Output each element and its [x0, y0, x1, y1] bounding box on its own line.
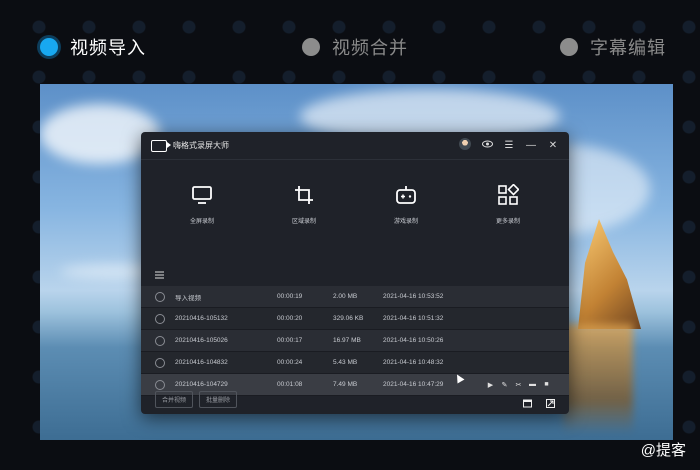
tool-game-record[interactable]: 游戏录制 — [361, 184, 451, 264]
eye-icon[interactable] — [481, 140, 493, 151]
row-select-radio[interactable] — [155, 313, 165, 324]
file-duration: 00:00:19 — [277, 293, 303, 300]
step-video-merge[interactable]: 视频合并 — [302, 34, 408, 60]
file-duration: 00:00:24 — [277, 359, 303, 366]
step-video-import[interactable]: 视频导入 — [40, 34, 146, 60]
file-size: 329.06 KB — [333, 315, 364, 322]
file-size: 2.00 MB — [333, 293, 358, 300]
recording-modes: 全屏录制 区域录制 游戏录制 更多录制 — [141, 160, 569, 264]
monitor-icon — [192, 186, 212, 204]
footer-bar: 合并视频 批量删除 — [141, 384, 569, 414]
file-time: 2021-04-16 10:53:52 — [383, 293, 444, 300]
grid-icon — [498, 184, 519, 205]
file-name: 20210416-105132 — [175, 315, 228, 322]
file-name: 20210416-104832 — [175, 359, 228, 366]
file-time: 2021-04-16 10:48:32 — [383, 359, 444, 366]
step-dot-icon — [40, 38, 58, 56]
step-label: 字幕编辑 — [590, 38, 666, 58]
merge-video-button[interactable]: 合并视频 — [155, 390, 194, 408]
file-name: 20210416-105026 — [175, 337, 228, 344]
step-subtitle-edit[interactable]: 字幕编辑 — [560, 34, 666, 60]
table-row[interactable]: 导入视频 00:00:19 2.00 MB 2021-04-16 10:53:5… — [141, 286, 569, 308]
tool-more-record[interactable]: 更多录制 — [463, 184, 553, 264]
list-icon[interactable] — [155, 271, 164, 279]
app-title: 嗨格式录屏大师 — [173, 141, 229, 150]
gamepad-icon — [396, 186, 416, 204]
row-select-radio[interactable] — [155, 335, 165, 346]
tool-label: 区域录制 — [291, 219, 316, 225]
avatar[interactable] — [459, 138, 471, 153]
file-list: 导入视频 00:00:19 2.00 MB 2021-04-16 10:53:5… — [141, 286, 569, 396]
tool-label: 全屏录制 — [189, 219, 214, 225]
tool-label: 游戏录制 — [393, 219, 418, 225]
screen-recorder-window: 嗨格式录屏大师 ☰ — ✕ 全屏录制 区域录制 游戏录制 更多录制 导入视频 0… — [141, 132, 569, 414]
rock-formation — [578, 219, 641, 329]
export-icon[interactable] — [546, 395, 555, 408]
minimize-icon[interactable]: — — [525, 140, 537, 151]
file-time: 2021-04-16 10:50:26 — [383, 337, 444, 344]
camera-icon — [151, 139, 171, 152]
watermark: @提客 — [640, 442, 686, 459]
file-time: 2021-04-16 10:51:32 — [383, 315, 444, 322]
file-duration: 00:00:20 — [277, 315, 303, 322]
list-header — [141, 264, 569, 282]
file-size: 16.97 MB — [333, 337, 361, 344]
title-bar: 嗨格式录屏大师 ☰ — ✕ — [141, 132, 569, 160]
close-icon[interactable]: ✕ — [547, 140, 559, 151]
table-row[interactable]: 20210416-105132 00:00:20 329.06 KB 2021-… — [141, 308, 569, 330]
table-row[interactable]: 20210416-105026 00:00:17 16.97 MB 2021-0… — [141, 330, 569, 352]
window-icon[interactable] — [523, 395, 532, 407]
row-select-radio[interactable] — [155, 357, 165, 368]
tool-fullscreen-record[interactable]: 全屏录制 — [157, 184, 247, 264]
row-select-radio[interactable] — [155, 291, 165, 302]
tool-label: 更多录制 — [495, 219, 520, 225]
step-label: 视频导入 — [70, 38, 146, 58]
step-dot-icon — [560, 38, 578, 56]
batch-delete-button[interactable]: 批量删除 — [199, 390, 238, 408]
file-duration: 00:00:17 — [277, 337, 303, 344]
crop-icon — [295, 186, 313, 204]
file-size: 5.43 MB — [333, 359, 358, 366]
step-indicator: 视频导入 视频合并 字幕编辑 — [0, 0, 700, 88]
file-name: 导入视频 — [175, 294, 201, 302]
step-label: 视频合并 — [332, 38, 408, 58]
table-row[interactable]: 20210416-104832 00:00:24 5.43 MB 2021-04… — [141, 352, 569, 374]
menu-icon[interactable]: ☰ — [503, 140, 515, 151]
tool-region-record[interactable]: 区域录制 — [259, 184, 349, 264]
step-dot-icon — [302, 38, 320, 56]
